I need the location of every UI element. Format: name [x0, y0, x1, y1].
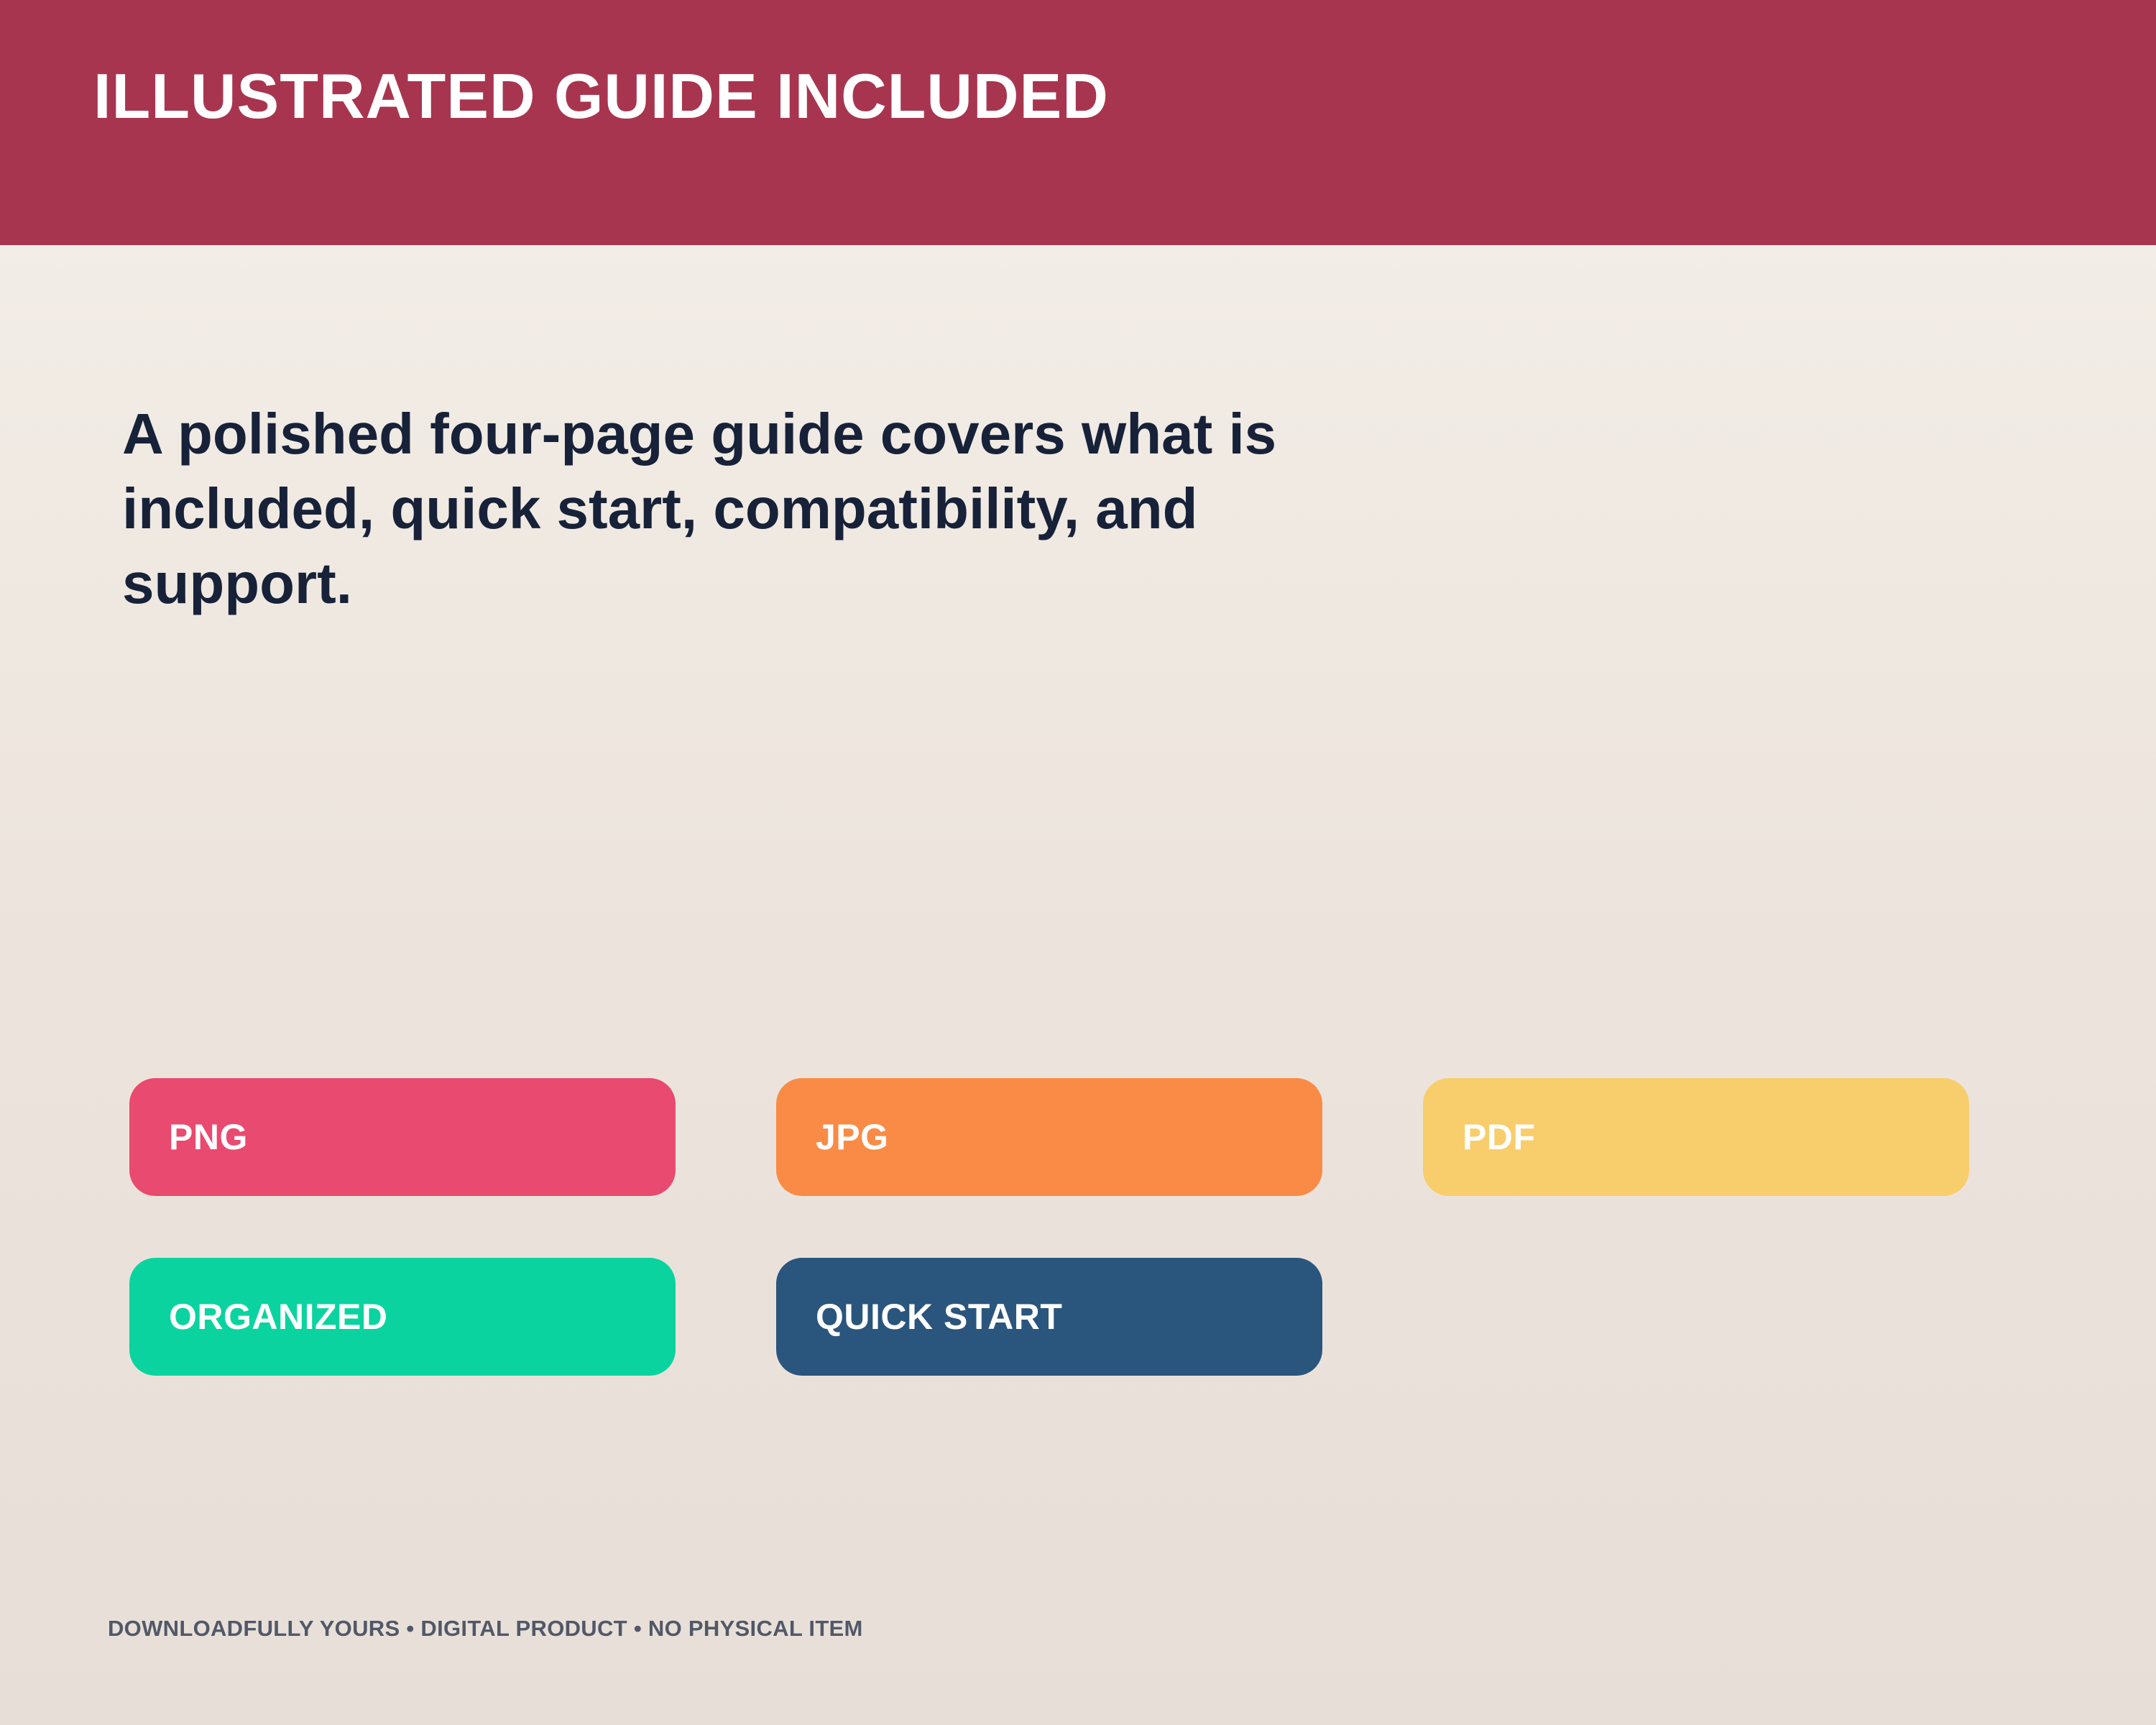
footer-note: DOWNLOADFULLY YOURS • DIGITAL PRODUCT • …: [108, 1616, 863, 1641]
tag-quick-start: QUICK START: [776, 1258, 1322, 1376]
tag-label: PDF: [1462, 1117, 1536, 1157]
guide-description: A polished four-page guide covers what i…: [122, 402, 1277, 615]
tag-label: PNG: [169, 1117, 248, 1157]
page-title: ILLUSTRATED GUIDE INCLUDED: [93, 60, 1109, 132]
tag-pdf: PDF: [1423, 1078, 1969, 1196]
tag-label: QUICK START: [816, 1297, 1063, 1337]
tag-label: ORGANIZED: [169, 1297, 388, 1337]
tag-label: JPG: [816, 1117, 889, 1157]
tag-jpg: JPG: [776, 1078, 1322, 1196]
tag-png: PNG: [129, 1078, 676, 1196]
header-banner: ILLUSTRATED GUIDE INCLUDED: [0, 0, 2156, 245]
tag-organized: ORGANIZED: [129, 1258, 676, 1376]
